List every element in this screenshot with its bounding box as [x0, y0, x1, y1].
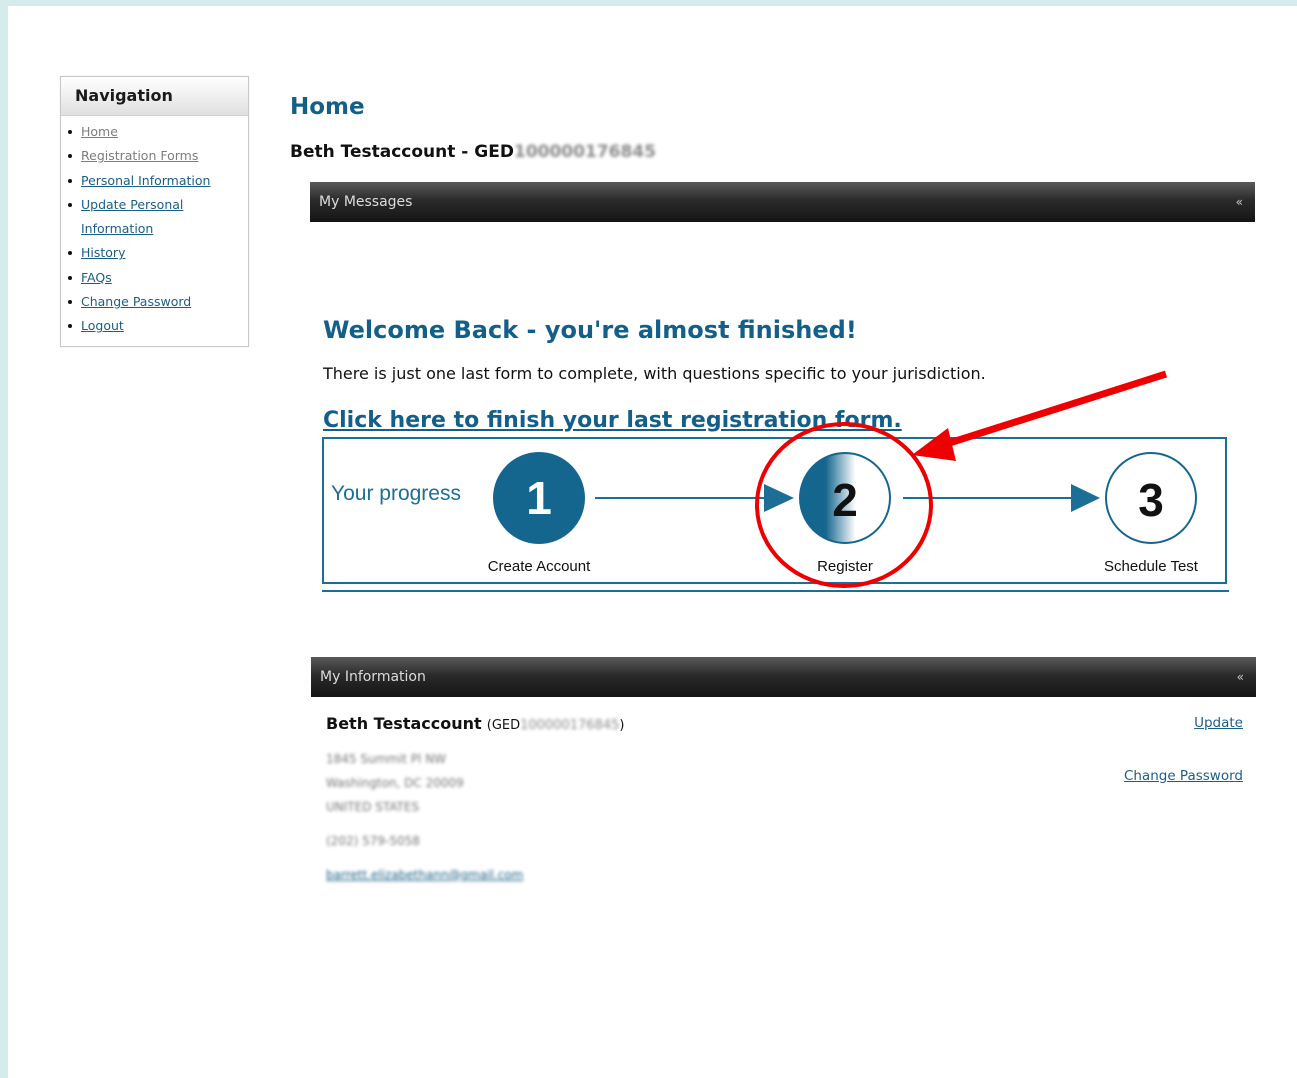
my-information-title: My Information [320, 669, 426, 685]
info-name-line: Beth Testaccount (GED100000176845) [326, 714, 624, 733]
nav-link-update-personal-information[interactable]: Update Personal Information [81, 197, 183, 236]
address-line-1: 1845 Summit Pl NW [326, 752, 447, 766]
step-1-label: Create Account [487, 558, 591, 575]
welcome-heading: Welcome Back - you're almost finished! [323, 316, 857, 344]
change-password-link[interactable]: Change Password [1124, 768, 1243, 784]
my-messages-bar[interactable]: My Messages « [310, 182, 1255, 222]
nav-link-history[interactable]: History [81, 245, 125, 260]
info-ged-number: 100000176845 [520, 718, 620, 733]
nav-link-personal-information[interactable]: Personal Information [81, 173, 210, 188]
nav-item-logout: Logout [61, 314, 248, 338]
nav-link-faqs[interactable]: FAQs [81, 270, 112, 285]
nav-item-registration-forms: Registration Forms [61, 144, 248, 168]
progress-underline [322, 590, 1229, 592]
user-name: Beth Testaccount [290, 142, 456, 162]
email-link[interactable]: barrett.elizabethann@gmail.com [326, 868, 523, 882]
nav-item-personal-information: Personal Information [61, 169, 248, 193]
nav-link-home[interactable]: Home [81, 124, 118, 139]
nav-item-home: Home [61, 120, 248, 144]
progress-tracker: Your progress 1 2 3 Create Account Regis… [322, 437, 1227, 584]
user-separator: - [455, 142, 475, 162]
address-line-3: UNITED STATES [326, 800, 420, 814]
my-information-bar[interactable]: My Information « [311, 657, 1256, 697]
step-1-circle: 1 [493, 452, 585, 544]
nav-item-change-password: Change Password [61, 290, 248, 314]
arrow-head-1-to-2 [764, 484, 794, 512]
step-3-label: Schedule Test [1104, 558, 1198, 575]
info-ged-close: ) [619, 718, 625, 733]
update-link[interactable]: Update [1194, 715, 1243, 731]
step-3-circle: 3 [1105, 452, 1197, 544]
step-2-circle: 2 [799, 452, 891, 544]
navigation-list: Home Registration Forms Personal Informa… [61, 116, 248, 339]
nav-link-change-password[interactable]: Change Password [81, 294, 191, 309]
address-line-2: Washington, DC 20009 [326, 776, 464, 790]
nav-link-logout[interactable]: Logout [81, 318, 124, 333]
collapse-information-icon[interactable]: « [1237, 657, 1244, 697]
phone-number: (202) 579-5058 [326, 834, 420, 848]
nav-item-faqs: FAQs [61, 266, 248, 290]
welcome-intro: There is just one last form to complete,… [323, 364, 986, 383]
ged-id-number: 100000176845 [513, 142, 656, 162]
nav-item-history: History [61, 241, 248, 265]
info-ged-open: (GED [486, 718, 521, 733]
nav-item-update-personal-information: Update Personal Information [61, 193, 191, 242]
info-user-name: Beth Testaccount [326, 714, 482, 733]
user-id-line: Beth Testaccount - GED100000176845 [290, 142, 656, 162]
navigation-title: Navigation [61, 77, 248, 116]
collapse-messages-icon[interactable]: « [1236, 182, 1243, 222]
navigation-panel: Navigation Home Registration Forms Perso… [60, 76, 249, 347]
nav-link-registration-forms[interactable]: Registration Forms [81, 148, 198, 163]
page-title: Home [290, 94, 365, 120]
step-2-label: Register [817, 558, 873, 575]
finish-registration-link[interactable]: Click here to finish your last registrat… [323, 408, 902, 433]
ged-prefix: GED [474, 142, 514, 162]
arrow-head-2-to-3 [1071, 484, 1100, 512]
page-content: Navigation Home Registration Forms Perso… [8, 6, 1297, 1078]
my-messages-title: My Messages [319, 194, 413, 210]
